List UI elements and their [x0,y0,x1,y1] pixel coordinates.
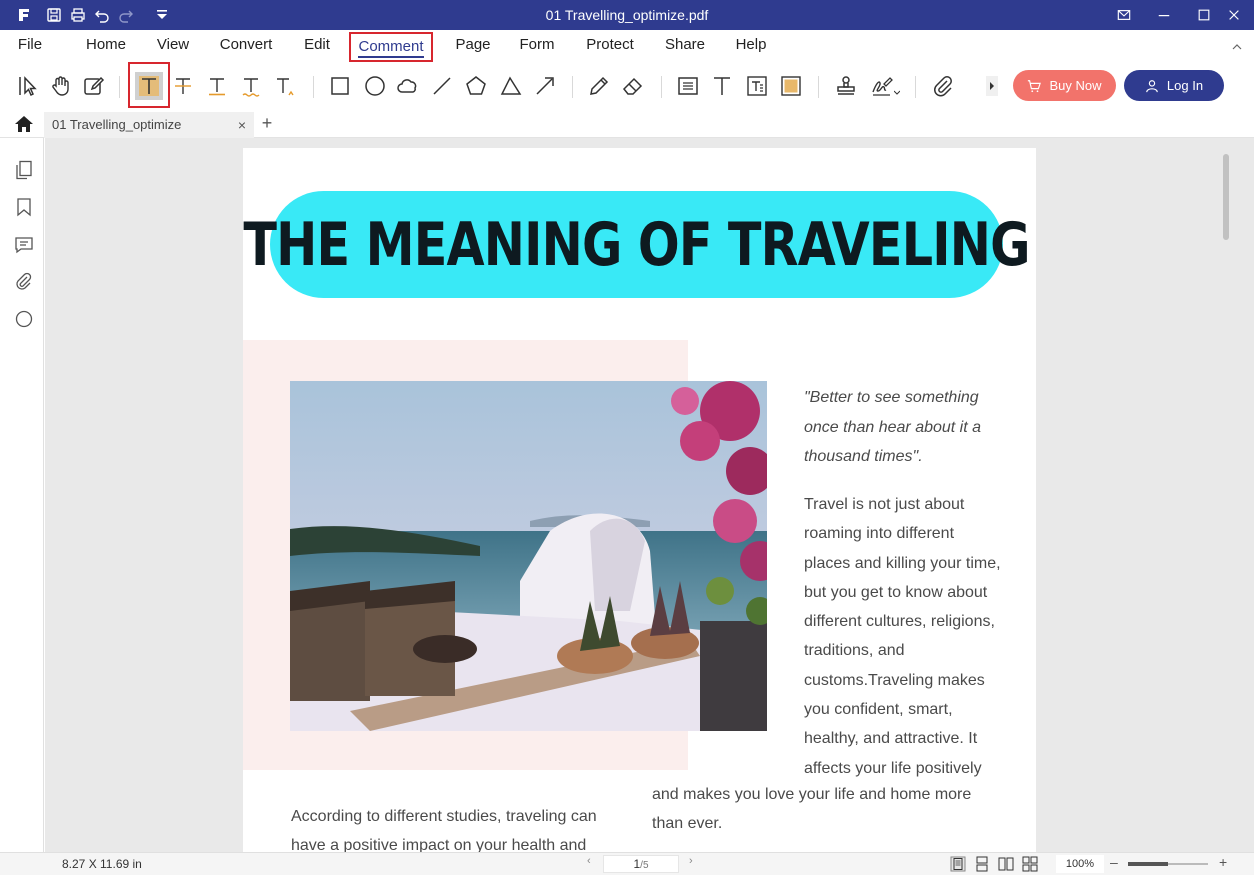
strikethrough-text-icon[interactable] [169,72,197,100]
two-page-view-icon[interactable] [998,856,1014,872]
thumbnails-icon[interactable] [14,160,34,180]
headline: THE MEANING OF TRAVELING [243,209,1030,280]
menu-edit[interactable]: Edit [296,30,338,62]
body-text-right: Travel is not just about roaming into di… [804,496,1001,777]
eraser-icon[interactable] [619,72,647,100]
travel-photo [290,381,767,731]
edit-annotation-icon[interactable] [80,72,108,100]
menu-form[interactable]: Form [513,30,561,62]
zoom-slider-handle[interactable] [1128,862,1168,866]
comments-panel-icon[interactable] [14,235,34,255]
body-text-left: According to different studies, travelin… [291,808,597,852]
menu-share[interactable]: Share [659,30,711,62]
highlight-text-icon[interactable] [135,72,163,100]
close-tab-icon[interactable]: × [238,112,246,138]
menu-help[interactable]: Help [727,30,775,62]
pdf-page[interactable]: THE MEANING OF TRAVELING "Better to see … [243,148,1036,852]
zoom-level-field[interactable]: 100% [1056,855,1104,873]
document-tab[interactable]: 01 Travelling_optimize × [44,112,254,138]
mail-icon[interactable] [1104,0,1144,30]
pencil-icon[interactable] [585,72,613,100]
signature-dropdown-icon[interactable] [894,90,900,96]
attachment-icon[interactable] [929,72,957,100]
menu-comment-label: Comment [358,38,424,58]
menu-view[interactable]: View [150,30,196,62]
add-tab-icon[interactable]: + [258,112,276,136]
next-page-icon[interactable]: › [689,855,693,867]
menu-page[interactable]: Page [450,30,496,62]
log-in-button[interactable]: Log In [1124,70,1224,101]
cart-icon [1028,79,1042,92]
toolbar-separator [661,76,662,98]
status-bar: 8.27 X 11.69 in ‹ 1/5 › 100% – + [0,852,1254,875]
toolbar-more-icon[interactable] [986,76,998,96]
left-sidebar [0,138,44,852]
quote-text: "Better to see something once than hear … [804,389,982,465]
buy-now-button[interactable]: Buy Now [1013,70,1116,101]
toolbar-separator [572,76,573,98]
rectangle-icon[interactable] [326,72,354,100]
menu-comment[interactable]: Comment [349,32,433,62]
comment-toolbar: Buy Now Log In [0,62,1254,110]
zoom-in-icon[interactable]: + [1219,854,1227,870]
signature-icon[interactable] [866,72,904,100]
prev-page-icon[interactable]: ‹ [587,855,591,867]
vertical-scrollbar[interactable] [1219,138,1231,852]
collapse-ribbon-icon[interactable] [1232,42,1242,52]
line-icon[interactable] [428,72,456,100]
page-navigator: ‹ 1/5 › [585,855,700,873]
single-page-view-icon[interactable] [950,856,966,872]
continuous-view-icon[interactable] [974,856,990,872]
document-tab-label: 01 Travelling_optimize [52,117,182,132]
hand-tool-icon[interactable] [47,72,75,100]
area-highlight-icon[interactable] [777,72,805,100]
page-number-field[interactable]: 1/5 [603,855,679,873]
oval-icon[interactable] [361,72,389,100]
buy-now-label: Buy Now [1049,78,1102,93]
menu-protect[interactable]: Protect [578,30,642,62]
cloud-icon[interactable] [394,72,422,100]
polygon-icon[interactable] [462,72,490,100]
attachments-panel-icon[interactable] [14,272,34,292]
bookmark-icon[interactable] [14,197,34,217]
search-panel-icon[interactable] [14,309,34,329]
close-window-icon[interactable] [1214,0,1254,30]
scrollbar-thumb[interactable] [1223,154,1229,240]
menu-bar: File Home View Convert Edit Comment Page… [0,30,1254,62]
log-in-label: Log In [1166,78,1204,93]
menu-convert[interactable]: Convert [212,30,280,62]
document-viewport[interactable]: THE MEANING OF TRAVELING "Better to see … [45,138,1254,852]
textbox-icon[interactable] [743,72,771,100]
toolbar-separator [119,76,120,98]
minimize-icon[interactable] [1144,0,1184,30]
menu-file[interactable]: File [8,30,52,62]
select-tool-icon[interactable] [14,72,42,100]
underline-text-icon[interactable] [203,72,231,100]
toolbar-separator [915,76,916,98]
toolbar-separator [313,76,314,98]
toolbar-separator [818,76,819,98]
window-title: 01 Travelling_optimize.pdf [545,7,709,23]
page-size-label: 8.27 X 11.69 in [62,857,142,871]
menu-home[interactable]: Home [78,30,134,62]
document-tab-bar: 01 Travelling_optimize × + [0,110,1254,138]
home-icon[interactable] [14,115,34,133]
insert-text-icon[interactable] [271,72,299,100]
total-pages: /5 [640,860,649,871]
note-icon[interactable] [674,72,702,100]
squiggly-text-icon[interactable] [237,72,265,100]
two-page-continuous-icon[interactable] [1022,856,1038,872]
polyline-icon[interactable] [497,72,525,100]
user-icon [1146,79,1158,92]
stamp-icon[interactable] [832,72,860,100]
title-bar: 01 Travelling_optimize.pdf [0,0,1254,30]
zoom-out-icon[interactable]: – [1110,854,1118,870]
arrow-icon[interactable] [531,72,559,100]
text-comment-icon[interactable] [708,72,736,100]
body-text-continued: and makes you love your life and home mo… [652,786,972,833]
